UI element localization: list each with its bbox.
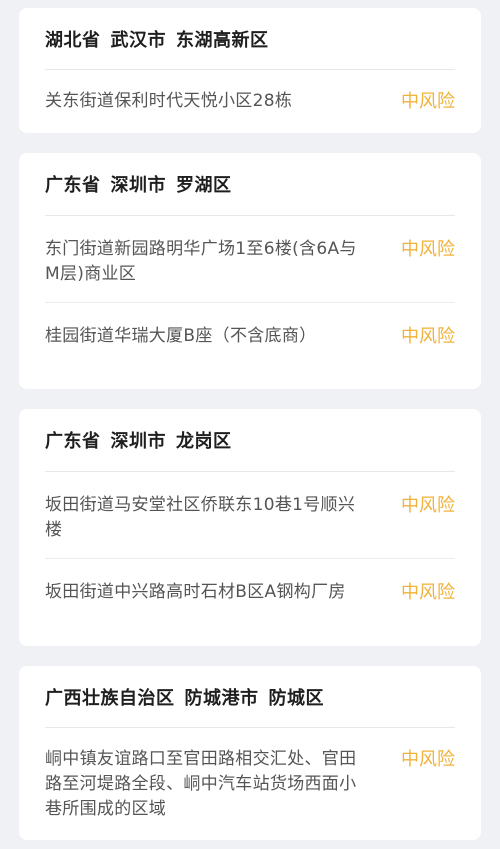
risk-area-address: 坂田街道马安堂社区侨联东10巷1号顺兴楼	[45, 495, 356, 540]
region-district: 东湖高新区	[176, 29, 269, 51]
risk-area-item[interactable]: 桂园街道华瑞大厦B座（不含底商） 中风险	[45, 303, 455, 389]
risk-area-item[interactable]: 峒中镇友谊路口至官田路相交汇处、官田路至河堤路全段、峒中汽车站货场西面小巷所围成…	[45, 728, 455, 840]
region-card: 湖北省 武汉市 东湖高新区 关东街道保利时代天悦小区28栋 中风险	[19, 8, 481, 133]
risk-area-item[interactable]: 坂田街道马安堂社区侨联东10巷1号顺兴楼 中风险	[45, 472, 455, 559]
risk-area-item[interactable]: 坂田街道中兴路高时石材B区A钢构厂房 中风险	[45, 559, 455, 646]
risk-area-address: 桂园街道华瑞大厦B座（不含底商）	[45, 326, 317, 346]
risk-level-label: 中风险	[401, 582, 455, 603]
region-district: 罗湖区	[176, 175, 232, 196]
risk-level-label: 中风险	[401, 239, 455, 260]
risk-area-address: 坂田街道中兴路高时石材B区A钢构厂房	[45, 582, 346, 602]
region-card: 广西壮族自治区 防城港市 防城区 峒中镇友谊路口至官田路相交汇处、官田路至河堤路…	[19, 666, 481, 840]
region-header: 广东省 深圳市 罗湖区	[45, 153, 455, 216]
risk-level-label: 中风险	[401, 326, 455, 347]
region-card: 广东省 深圳市 罗湖区 东门街道新园路明华广场1至6楼(含6A与M层)商业区 中…	[19, 153, 481, 389]
region-district: 防城区	[268, 687, 324, 709]
region-header: 广西壮族自治区 防城港市 防城区	[45, 666, 455, 728]
region-district: 龙岗区	[176, 431, 232, 452]
region-province: 广东省	[45, 175, 101, 196]
region-card: 广东省 深圳市 龙岗区 坂田街道马安堂社区侨联东10巷1号顺兴楼 中风险 坂田街…	[19, 409, 481, 646]
region-city: 深圳市	[110, 431, 166, 452]
region-city: 防城港市	[184, 687, 259, 709]
risk-area-item[interactable]: 关东街道保利时代天悦小区28栋 中风险	[45, 70, 455, 133]
risk-level-label: 中风险	[401, 495, 455, 516]
risk-area-list: 湖北省 武汉市 东湖高新区 关东街道保利时代天悦小区28栋 中风险 广东省 深圳…	[0, 0, 500, 849]
region-province: 广东省	[45, 431, 101, 452]
risk-area-item[interactable]: 东门街道新园路明华广场1至6楼(含6A与M层)商业区 中风险	[45, 216, 455, 303]
region-city: 深圳市	[110, 175, 166, 196]
risk-level-label: 中风险	[401, 749, 455, 770]
risk-area-address: 东门街道新园路明华广场1至6楼(含6A与M层)商业区	[45, 239, 357, 284]
risk-area-address: 峒中镇友谊路口至官田路相交汇处、官田路至河堤路全段、峒中汽车站货场西面小巷所围成…	[45, 749, 357, 819]
region-city: 武汉市	[110, 29, 166, 51]
region-header: 湖北省 武汉市 东湖高新区	[45, 8, 455, 70]
risk-level-label: 中风险	[401, 91, 455, 112]
region-province: 广西壮族自治区	[45, 687, 175, 709]
risk-area-address: 关东街道保利时代天悦小区28栋	[45, 91, 293, 111]
region-province: 湖北省	[45, 29, 101, 51]
region-header: 广东省 深圳市 龙岗区	[45, 409, 455, 472]
